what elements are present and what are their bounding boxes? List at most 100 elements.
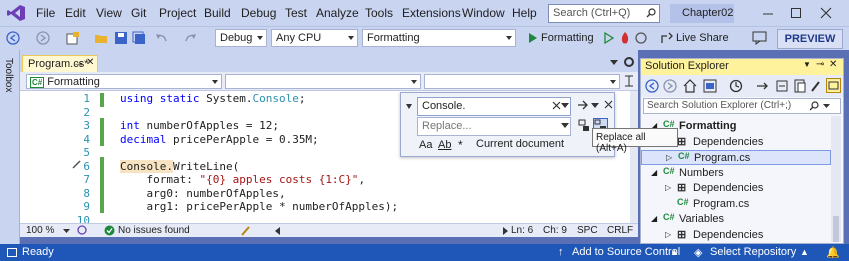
close-icon[interactable] xyxy=(818,5,834,21)
code-line[interactable]: using static System.Console; xyxy=(120,92,305,105)
select-repository[interactable]: Select Repository xyxy=(710,246,796,258)
startup-project-select[interactable]: Formatting xyxy=(362,29,516,47)
split-editor-icon[interactable] xyxy=(624,75,634,87)
tab-program-cs[interactable]: Program.cs* ⊸ ✕ xyxy=(22,55,98,72)
se-forward-icon[interactable] xyxy=(663,79,677,93)
source-control-dropdown-icon[interactable]: ▲ xyxy=(670,247,679,257)
forward-icon[interactable] xyxy=(36,31,50,45)
whitespace-indicator[interactable]: SPC xyxy=(577,225,598,236)
find-next-icon[interactable] xyxy=(577,100,589,110)
issues-status[interactable]: No issues found xyxy=(118,225,190,236)
menu-analyze[interactable]: Analyze xyxy=(316,6,359,20)
se-back-icon[interactable] xyxy=(645,79,659,93)
collapsed-caret-icon[interactable]: ▷ xyxy=(665,183,671,192)
expanded-caret-icon[interactable]: ◢ xyxy=(651,214,657,223)
notifications-icon[interactable]: 🔔 xyxy=(826,246,840,259)
se-sync-icon[interactable] xyxy=(755,79,769,93)
tab-close-icon[interactable]: ✕ xyxy=(86,57,94,68)
se-search-dropdown-icon[interactable] xyxy=(823,104,830,109)
platform-select[interactable]: Any CPU xyxy=(271,29,358,47)
preview-button[interactable]: PREVIEW xyxy=(777,29,843,49)
tree-item[interactable]: C# Program.cs xyxy=(641,197,831,212)
code-line[interactable]: Console.WriteLine( xyxy=(120,159,239,173)
add-to-source-control[interactable]: Add to Source Control xyxy=(572,246,680,258)
collapsed-caret-icon[interactable]: ▷ xyxy=(665,230,671,239)
settings-gear-icon[interactable] xyxy=(623,56,635,68)
se-preview-selected-icon[interactable] xyxy=(826,78,841,93)
repository-icon[interactable]: ◈ xyxy=(694,246,702,259)
toggle-replace-icon[interactable] xyxy=(405,102,413,110)
se-pending-changes-icon[interactable] xyxy=(729,79,743,93)
save-icon[interactable] xyxy=(114,31,128,45)
panel-close-icon[interactable]: ✕ xyxy=(829,59,837,70)
tree-item[interactable]: ▷ C# Program.cs xyxy=(641,150,831,165)
menu-test[interactable]: Test xyxy=(285,6,307,20)
toolbox-tab[interactable]: Toolbox xyxy=(3,58,14,92)
menu-debug[interactable]: Debug xyxy=(241,6,276,20)
menu-tools[interactable]: Tools xyxy=(365,6,393,20)
type-nav-select[interactable] xyxy=(225,74,421,89)
find-history-icon[interactable] xyxy=(561,103,569,109)
match-case-toggle[interactable]: Aa xyxy=(419,139,432,151)
code-line[interactable]: arg1: pricePerApple * numberOfApples); xyxy=(120,200,398,213)
se-properties-icon[interactable] xyxy=(809,79,823,93)
line-ending-indicator[interactable]: CRLF xyxy=(607,225,633,236)
save-all-icon[interactable] xyxy=(132,31,146,45)
se-vertical-scrollbar[interactable] xyxy=(831,116,841,242)
menu-build[interactable]: Build xyxy=(204,6,231,20)
line-number-indicator[interactable]: Ln: 6 xyxy=(511,225,533,236)
live-share-icon[interactable] xyxy=(660,31,674,45)
new-project-icon[interactable] xyxy=(66,31,80,45)
replace-history-icon[interactable] xyxy=(561,123,569,129)
whole-word-toggle[interactable]: Ab xyxy=(438,139,451,151)
replace-input[interactable]: Replace... xyxy=(417,117,571,136)
menu-window[interactable]: Window xyxy=(462,6,505,20)
se-show-all-files-icon[interactable] xyxy=(793,79,807,93)
redo-icon[interactable] xyxy=(184,31,198,45)
se-scroll-thumb[interactable] xyxy=(833,216,839,242)
menu-view[interactable]: View xyxy=(96,6,122,20)
run-button[interactable]: Formatting xyxy=(526,29,610,47)
tree-item[interactable]: ▷ ⊞ Dependencies xyxy=(641,181,831,196)
copilot-icon[interactable] xyxy=(76,225,88,236)
editor-vertical-scrollbar[interactable] xyxy=(630,91,638,223)
code-cleanup-icon[interactable] xyxy=(240,225,254,236)
feedback-icon[interactable] xyxy=(752,31,768,45)
project-nav-select[interactable]: C# Formatting xyxy=(26,74,222,89)
find-options-icon[interactable] xyxy=(591,103,599,109)
zoom-dropdown-icon[interactable] xyxy=(63,229,70,234)
collapsed-caret-icon[interactable]: ▷ xyxy=(666,153,672,162)
menu-help[interactable]: Help xyxy=(512,6,537,20)
window-position-icon[interactable]: ▼ xyxy=(803,60,811,69)
code-line[interactable]: format: "{0} apples costs {1:C}", xyxy=(120,173,365,186)
menu-project[interactable]: Project xyxy=(159,6,196,20)
zoom-level[interactable]: 100 % xyxy=(26,225,54,236)
nav-right-icon[interactable] xyxy=(503,227,509,235)
open-folder-icon[interactable] xyxy=(94,31,108,45)
maximize-icon[interactable] xyxy=(788,5,804,21)
menu-file[interactable]: File xyxy=(36,6,55,20)
code-line[interactable]: decimal pricePerApple = 0.35M; xyxy=(120,133,319,146)
code-line[interactable]: arg0: numberOfApples, xyxy=(120,187,285,200)
nav-left-icon[interactable] xyxy=(275,227,281,235)
menu-git[interactable]: Git xyxy=(131,6,146,20)
tree-item[interactable]: ◢ C# Numbers xyxy=(641,166,831,181)
configuration-select[interactable]: Debug xyxy=(215,29,267,47)
restart-icon[interactable] xyxy=(634,31,648,45)
auto-hide-pin-icon[interactable]: ⊸ xyxy=(816,59,824,70)
undo-icon[interactable] xyxy=(154,31,168,45)
member-nav-select[interactable] xyxy=(424,74,620,89)
search-input[interactable]: Search (Ctrl+Q) xyxy=(548,4,660,23)
se-switch-views-icon[interactable] xyxy=(703,79,717,93)
find-input[interactable]: Console. xyxy=(417,97,571,116)
tree-item[interactable]: ◢ C# Variables xyxy=(641,212,831,227)
se-home-icon[interactable] xyxy=(683,79,697,93)
menu-edit[interactable]: Edit xyxy=(65,6,86,20)
replace-next-icon[interactable] xyxy=(578,119,590,133)
menu-extensions[interactable]: Extensions xyxy=(402,6,461,20)
code-line[interactable]: int numberOfApples = 12; xyxy=(120,119,279,132)
tree-item[interactable]: ▷ ⊞ Dependencies xyxy=(641,228,831,243)
expanded-caret-icon[interactable]: ◢ xyxy=(651,168,657,177)
search-scope-label[interactable]: Current document xyxy=(476,138,564,150)
minimize-icon[interactable] xyxy=(760,5,776,21)
